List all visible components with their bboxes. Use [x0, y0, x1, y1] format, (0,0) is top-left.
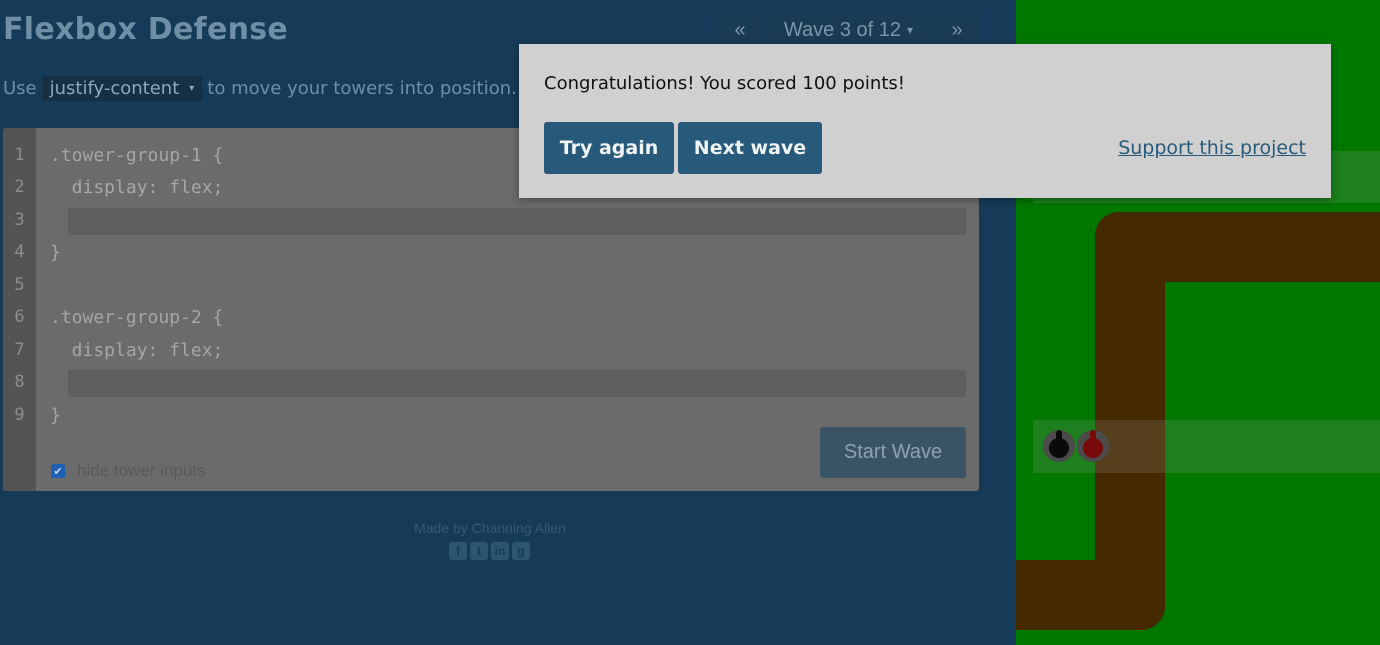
github-icon[interactable]: g — [512, 542, 530, 560]
line-number: 4 — [14, 242, 25, 262]
enemy-path-bottom — [1016, 560, 1165, 630]
next-wave-button[interactable]: Next wave — [678, 122, 822, 174]
code-line: } — [50, 242, 61, 263]
line-number: 5 — [14, 275, 25, 295]
wave-selector-label: Wave 3 of 12 — [783, 18, 902, 41]
result-modal: Congratulations! You scored 100 points! … — [519, 44, 1331, 198]
try-again-button[interactable]: Try again — [544, 122, 674, 174]
line-number: 6 — [14, 307, 25, 327]
code-line: } — [50, 405, 61, 426]
credit-text: Made by Channing Allen — [414, 520, 566, 536]
line-number: 1 — [14, 145, 25, 165]
property-selector[interactable]: justify-content ▾ — [41, 76, 203, 101]
hide-inputs-toggle[interactable]: ✔ hide tower inputs — [51, 461, 206, 481]
line-number: 7 — [14, 340, 25, 360]
code-line: .tower-group-1 { — [50, 145, 224, 166]
tower-barrel — [1056, 430, 1062, 444]
property-selector-label: justify-content — [49, 78, 180, 99]
twitter-icon[interactable]: t — [470, 542, 488, 560]
instructions-prefix: Use — [3, 78, 37, 99]
tower-icon — [1043, 430, 1075, 462]
checkbox-checked-icon[interactable]: ✔ — [51, 464, 65, 478]
instructions-suffix: to move your towers into position. — [207, 78, 517, 99]
result-message: Congratulations! You scored 100 points! — [544, 73, 905, 94]
code-line: .tower-group-2 { — [50, 307, 224, 328]
line-number: 8 — [14, 372, 25, 392]
hide-inputs-label: hide tower inputs — [77, 461, 206, 480]
line-number: 2 — [14, 177, 25, 197]
support-project-link[interactable]: Support this project — [1118, 137, 1306, 159]
line-number: 3 — [14, 210, 25, 230]
code-line: display: flex; — [50, 177, 224, 198]
game-title: Flexbox Defense — [3, 12, 289, 47]
code-line: display: flex; — [50, 340, 224, 361]
tower-group-1-input[interactable] — [68, 208, 966, 235]
instructions: Use justify-content ▾ to move your tower… — [3, 76, 517, 101]
line-number: 9 — [14, 405, 25, 425]
tower-icon — [1077, 430, 1109, 462]
line-number-gutter: 1 2 3 4 5 6 7 8 9 — [3, 128, 36, 491]
social-links: f t in g — [449, 542, 530, 560]
tower-barrel — [1090, 430, 1096, 444]
start-wave-button[interactable]: Start Wave — [820, 427, 966, 478]
linkedin-icon[interactable]: in — [491, 542, 509, 560]
caret-down-icon: ▾ — [189, 83, 195, 94]
facebook-icon[interactable]: f — [449, 542, 467, 560]
tower-group-2-input[interactable] — [68, 370, 966, 397]
caret-down-icon: ▾ — [907, 23, 914, 37]
